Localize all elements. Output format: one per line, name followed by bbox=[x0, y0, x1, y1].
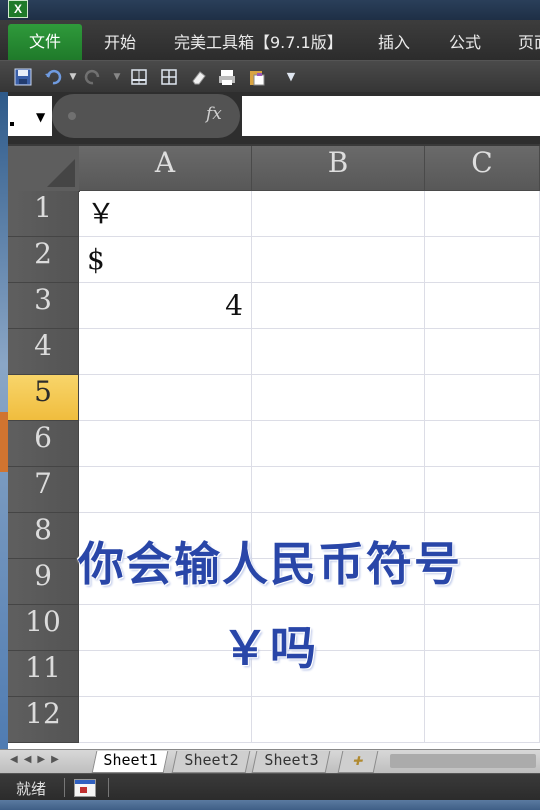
formula-bar: ▼ fx bbox=[0, 92, 540, 144]
redo-dropdown-icon[interactable]: ▼ bbox=[108, 68, 126, 86]
cell-c6[interactable] bbox=[425, 421, 540, 467]
sheet-tab-3[interactable]: Sheet3 bbox=[251, 751, 331, 773]
window-edge-accent bbox=[0, 412, 8, 472]
row-header-3[interactable]: 3 bbox=[8, 283, 79, 329]
column-header-b[interactable]: B bbox=[252, 146, 425, 191]
cell-c1[interactable] bbox=[425, 191, 540, 237]
cell-b7[interactable] bbox=[252, 467, 425, 513]
cell-a5[interactable] bbox=[79, 375, 252, 421]
cell-a12[interactable] bbox=[79, 697, 252, 743]
ribbon-tab-bar: 文件 开始 完美工具箱【9.7.1版】 插入 公式 页面 bbox=[0, 20, 540, 60]
paste-icon[interactable] bbox=[248, 68, 266, 86]
cell-a1[interactable]: ￥ bbox=[79, 191, 252, 237]
cell-c12[interactable] bbox=[425, 697, 540, 743]
tab-home[interactable]: 开始 bbox=[104, 28, 136, 58]
cell-a6[interactable] bbox=[79, 421, 252, 467]
column-header-c[interactable]: C bbox=[425, 146, 540, 191]
row-header-12[interactable]: 12 bbox=[8, 697, 79, 743]
cell-c5[interactable] bbox=[425, 375, 540, 421]
tab-formulas[interactable]: 公式 bbox=[449, 28, 481, 58]
status-divider bbox=[64, 778, 65, 797]
cell-a7[interactable] bbox=[79, 467, 252, 513]
print-preview-icon[interactable] bbox=[218, 68, 236, 86]
name-box[interactable]: ▼ bbox=[8, 96, 52, 136]
status-text: 就绪 bbox=[16, 780, 47, 798]
caption-line-1: 你会输人民币符号 bbox=[78, 537, 462, 591]
cell-b12[interactable] bbox=[252, 697, 425, 743]
cell-c4[interactable] bbox=[425, 329, 540, 375]
cell-a3[interactable]: 4 bbox=[79, 283, 252, 329]
name-box-value bbox=[10, 122, 14, 126]
expand-handle-icon[interactable] bbox=[68, 112, 76, 120]
column-header-a[interactable]: A bbox=[79, 146, 252, 191]
tab-file[interactable]: 文件 bbox=[8, 24, 82, 60]
cell-b1[interactable] bbox=[252, 191, 425, 237]
row-header-4[interactable]: 4 bbox=[8, 329, 79, 375]
tab-insert[interactable]: 插入 bbox=[378, 28, 410, 58]
cell-c7[interactable] bbox=[425, 467, 540, 513]
redo-icon[interactable] bbox=[84, 68, 102, 86]
grid-icon[interactable] bbox=[160, 68, 178, 86]
cell-b4[interactable] bbox=[252, 329, 425, 375]
cell-b5[interactable] bbox=[252, 375, 425, 421]
row-header-5[interactable]: 5 bbox=[8, 375, 79, 421]
macro-record-icon[interactable] bbox=[74, 779, 96, 797]
cell-c3[interactable] bbox=[425, 283, 540, 329]
formula-input[interactable] bbox=[242, 96, 540, 136]
cell-b2[interactable] bbox=[252, 237, 425, 283]
customize-dropdown-icon[interactable]: ▼ bbox=[282, 68, 300, 86]
row-header-1[interactable]: 1 bbox=[8, 191, 79, 237]
save-icon[interactable] bbox=[14, 68, 32, 86]
cell-a2[interactable]: $ bbox=[79, 237, 252, 283]
status-divider bbox=[108, 778, 109, 797]
spreadsheet-grid[interactable]: A B C 1 2 3 4 5 6 7 8 9 10 11 12 ￥ $ 4 你… bbox=[8, 146, 540, 749]
cell-a4[interactable] bbox=[79, 329, 252, 375]
tab-page-layout[interactable]: 页面 bbox=[518, 28, 540, 58]
caption-line-2: ￥吗 bbox=[222, 621, 318, 675]
cell-b6[interactable] bbox=[252, 421, 425, 467]
cell-b3[interactable] bbox=[252, 283, 425, 329]
quick-access-toolbar: ▼ ▼ ▼ bbox=[0, 60, 540, 93]
row-header-6[interactable]: 6 bbox=[8, 421, 79, 467]
horizontal-scrollbar[interactable] bbox=[390, 754, 536, 768]
insert-function-button[interactable]: fx bbox=[206, 104, 222, 124]
borders-icon[interactable] bbox=[130, 68, 148, 86]
undo-dropdown-icon[interactable]: ▼ bbox=[64, 68, 82, 86]
cell-c2[interactable] bbox=[425, 237, 540, 283]
taskbar bbox=[0, 800, 540, 810]
sheet-tab-1[interactable]: Sheet1 bbox=[91, 751, 169, 773]
name-box-dropdown-icon[interactable]: ▼ bbox=[36, 110, 45, 124]
excel-app-icon[interactable]: X bbox=[8, 0, 28, 18]
status-bar: 就绪 bbox=[0, 773, 540, 801]
title-bar: X bbox=[0, 0, 540, 20]
select-all-button[interactable] bbox=[8, 146, 80, 192]
eraser-icon[interactable] bbox=[190, 68, 208, 86]
row-header-7[interactable]: 7 bbox=[8, 467, 79, 513]
insert-sheet-icon[interactable]: ✚ bbox=[337, 751, 379, 773]
sheet-tab-bar: ◀◀▶▶ Sheet1 Sheet2 Sheet3 ✚ bbox=[0, 749, 540, 774]
sheet-tab-2[interactable]: Sheet2 bbox=[171, 751, 251, 773]
row-header-2[interactable]: 2 bbox=[8, 237, 79, 283]
undo-icon[interactable] bbox=[44, 68, 62, 86]
sheet-nav-icon[interactable]: ◀◀▶▶ bbox=[10, 754, 65, 765]
tab-toolbox[interactable]: 完美工具箱【9.7.1版】 bbox=[174, 28, 343, 58]
